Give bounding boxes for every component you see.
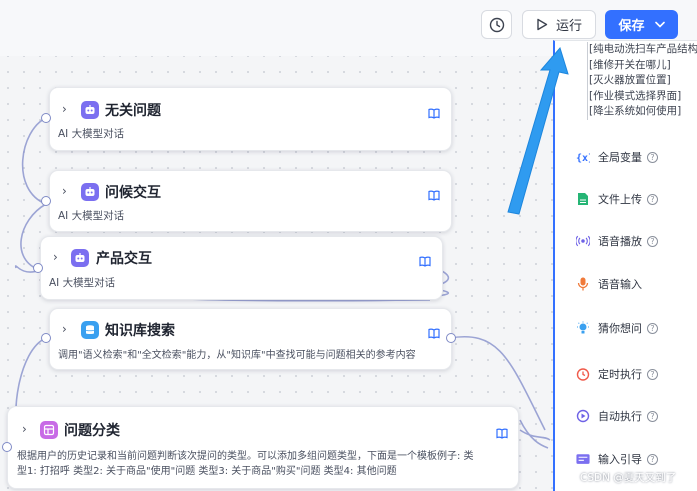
- annotation-arrow: [507, 46, 569, 215]
- watermark: CSDN @夏天又到了: [580, 472, 677, 484]
- annotation-arrow-layer: [507, 46, 569, 215]
